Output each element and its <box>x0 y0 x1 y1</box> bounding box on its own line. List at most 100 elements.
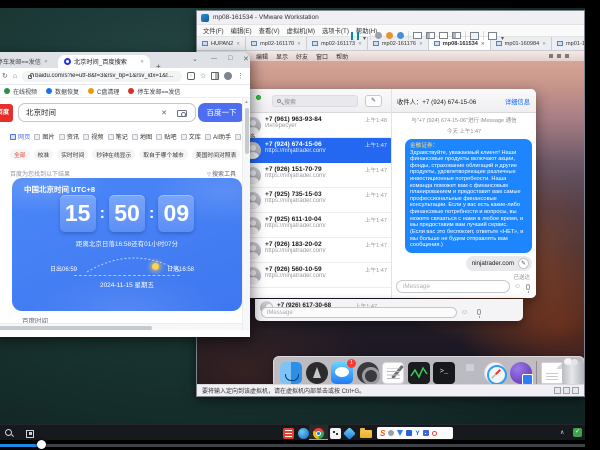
filter-chip[interactable]: 实时时间 <box>57 149 88 160</box>
layout-single-icon[interactable] <box>413 32 422 39</box>
baidu-nav-item[interactable]: 视频 <box>83 132 103 141</box>
layout-split-icon[interactable] <box>426 32 435 39</box>
macos-menu-item[interactable]: 好友 <box>296 52 308 61</box>
document-icon[interactable] <box>541 362 563 384</box>
reload-icon[interactable] <box>2 72 8 80</box>
home-icon[interactable] <box>13 73 17 80</box>
conversation-item[interactable]: +7 (926) 151-70-79 上午1:47 https://ninjat… <box>239 163 391 188</box>
security-shield-icon[interactable] <box>573 428 582 437</box>
baidu-nav-item[interactable]: 资讯 <box>59 132 79 141</box>
baidu-search-input[interactable] <box>19 104 159 121</box>
horizontal-scrollbar[interactable] <box>0 323 242 330</box>
baidu-nav-item[interactable]: 地图 <box>132 132 152 141</box>
close-icon[interactable] <box>44 58 48 65</box>
trash-icon[interactable] <box>562 362 584 384</box>
zoom-traffic-light-icon[interactable] <box>256 95 261 100</box>
scrollbar-thumb[interactable] <box>0 326 152 330</box>
conversation-item[interactable]: +7 (961) 963-93-84 上午1:48 Интересует <box>239 113 391 138</box>
vmware-menu-item[interactable]: 虚拟机(M) <box>287 26 315 35</box>
task-view-icon[interactable] <box>26 430 34 438</box>
vmware-menu-item[interactable]: 查看(V) <box>259 26 280 35</box>
vmware-vm-tab[interactable]: mp01-160986 <box>552 37 584 50</box>
macos-menu-item[interactable]: 显示 <box>276 52 288 61</box>
macos-menu-item[interactable]: 窗口 <box>316 52 328 61</box>
side-panel-icon[interactable] <box>211 72 219 80</box>
search-tools[interactable]: 搜索工具 <box>207 169 236 178</box>
close-button[interactable] <box>243 55 249 63</box>
baidu-nav-item[interactable]: 笔记 <box>108 132 128 141</box>
safari-icon[interactable] <box>484 362 506 384</box>
search-input[interactable]: 搜索 <box>272 95 358 107</box>
tray-blue-square-icon[interactable] <box>406 430 412 436</box>
vmware-vm-tab[interactable]: HUPAN2 <box>197 37 246 50</box>
vmware-menu-item[interactable]: 编辑(E) <box>231 26 252 35</box>
clock-circle-icon[interactable] <box>375 32 382 39</box>
network-app-icon[interactable] <box>510 362 532 384</box>
microphone-icon[interactable] <box>526 284 530 290</box>
close-icon[interactable] <box>140 58 144 65</box>
macos-menu-item[interactable]: 帮助 <box>336 52 348 61</box>
macos-menu-item[interactable]: 编辑 <box>256 52 268 61</box>
bookmark-item[interactable]: C盘清理 <box>88 87 119 96</box>
share-icon[interactable]: ↑ <box>187 72 195 80</box>
camera-icon[interactable] <box>177 110 187 117</box>
browser-tab-background[interactable]: 停车发邮==发信 <box>0 55 56 68</box>
search-icon[interactable] <box>5 429 12 436</box>
chevron-down-icon[interactable] <box>501 27 504 45</box>
taskbar-red-app-icon[interactable] <box>283 428 294 439</box>
emoji-icon[interactable] <box>514 283 521 290</box>
imessage-input[interactable]: iMessage <box>396 280 510 293</box>
textedit-icon[interactable] <box>382 362 404 384</box>
link-preview-bubble[interactable]: ninjatrader.com <box>466 256 532 271</box>
filter-chip[interactable]: 美国时间对照表 <box>192 149 241 160</box>
conversation-item[interactable]: +7 (926) 183-20-02 上午1:47 https://ninjat… <box>239 238 391 263</box>
bookmark-item[interactable]: 数据恢复 <box>46 87 79 96</box>
sogou-ime-icon[interactable]: S <box>380 429 385 438</box>
vmware-vm-tab[interactable]: mp02-161170 <box>246 37 307 50</box>
baidu-nav-item[interactable]: 文库 <box>181 132 201 141</box>
minimize-button[interactable] <box>211 55 217 62</box>
layout-unity-icon[interactable] <box>452 32 461 39</box>
system-preferences-icon[interactable] <box>357 362 379 384</box>
taskbar-blue-app-icon[interactable] <box>298 428 309 439</box>
messages-icon[interactable]: 1 <box>331 362 353 384</box>
filter-chip[interactable]: 秒钟在线显示 <box>92 149 135 160</box>
tab-search-icon[interactable] <box>192 55 198 63</box>
filter-chip[interactable]: 取自于哪个城市 <box>139 149 188 160</box>
baidu-nav-item[interactable]: AI助手 <box>205 132 231 141</box>
compose-button[interactable] <box>365 95 382 107</box>
vmware-menu-item[interactable]: 文件(F) <box>203 26 224 35</box>
pause-icon[interactable] <box>351 32 359 40</box>
imessage-input[interactable]: iMessage <box>261 307 457 318</box>
display-settings-icon[interactable] <box>488 32 497 40</box>
maximize-button[interactable] <box>228 55 232 62</box>
emoji-icon[interactable] <box>461 309 468 316</box>
layout-fullscreen-icon[interactable] <box>439 32 448 39</box>
filter-chip[interactable]: 全部 <box>10 149 30 160</box>
tray-down-arrow-icon[interactable] <box>397 430 403 436</box>
snapshot-icon[interactable] <box>470 32 479 40</box>
tray-y-icon[interactable]: Y <box>415 430 419 437</box>
menu-dots-icon[interactable] <box>237 72 244 80</box>
scrollbar-thumb[interactable] <box>245 108 249 154</box>
conversation-item[interactable]: +7 (926) 560-10-59 上午1:47 https://ninjat… <box>239 263 391 288</box>
address-bar[interactable]: baidu.com/s?ie=utf-8&f=3&rsv_bp=1&rsv_id… <box>22 71 182 82</box>
baidu-nav-item[interactable]: 图片 <box>34 132 54 141</box>
network-circle-icon[interactable] <box>397 32 404 39</box>
bookmark-item[interactable]: 在线视频 <box>4 87 37 96</box>
baidu-search-button[interactable]: 百度一下 <box>198 103 245 122</box>
vmware-titlebar[interactable]: mp08-161534 - VMware Workstation <box>197 11 584 24</box>
scrubber-track[interactable] <box>0 444 585 447</box>
scrubber-knob[interactable] <box>37 440 46 449</box>
baidu-nav-item[interactable]: 贴吧 <box>156 132 176 141</box>
downloads-stack-icon[interactable] <box>459 362 481 384</box>
taskbar-chrome-active[interactable] <box>309 425 328 441</box>
details-link[interactable]: 详细信息 <box>505 97 530 106</box>
microphone-icon[interactable] <box>477 309 481 315</box>
profile-avatar[interactable] <box>224 72 232 80</box>
launchpad-icon[interactable] <box>306 362 328 384</box>
conversation-item[interactable]: +7 (925) 735-15-03 上午1:47 https://ninjat… <box>239 188 391 213</box>
filter-chip[interactable]: 校准 <box>34 149 54 160</box>
taskbar-crystal-app-icon[interactable] <box>343 427 356 440</box>
terminal-icon[interactable] <box>433 362 455 384</box>
